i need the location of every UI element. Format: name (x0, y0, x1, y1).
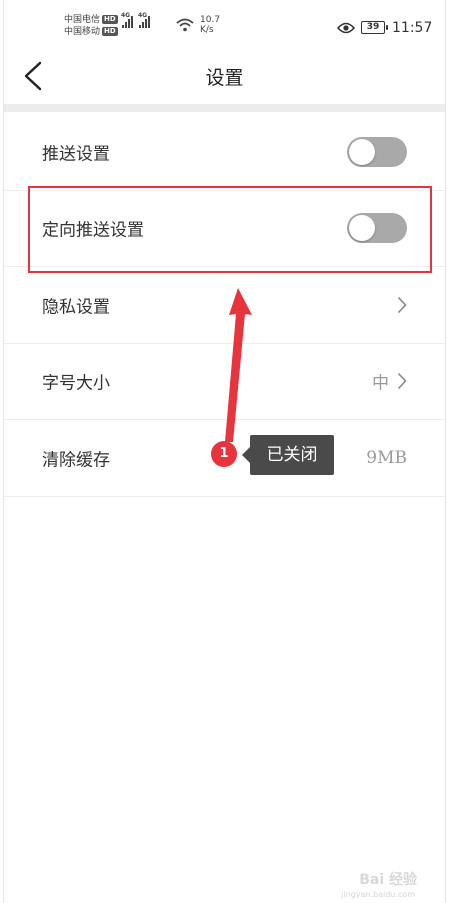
phone-screen: 中国电信 HD 中国移动 HD 4G 4G 10.7 K/s 39 11:57 … (3, 0, 446, 903)
setting-label: 隐私设置 (42, 297, 110, 318)
font-size-value: 中 (372, 373, 389, 394)
network-type-2: 4G (138, 12, 148, 19)
hd-badge-2: HD (102, 27, 118, 36)
chevron-right-icon (397, 373, 407, 390)
step-badge: 1 (211, 441, 237, 467)
setting-label: 字号大小 (42, 373, 110, 394)
setting-label: 清除缓存 (42, 450, 110, 471)
page-title: 设置 (205, 67, 244, 89)
network-speed: 10.7 K/s (200, 15, 220, 35)
battery-icon: 39 (361, 21, 388, 34)
setting-row-font-size[interactable]: 字号大小 中 (4, 344, 445, 420)
speed-unit: K/s (200, 25, 214, 35)
setting-row-privacy[interactable]: 隐私设置 (4, 267, 445, 344)
status-tooltip: 已关闭 (242, 435, 334, 475)
push-toggle[interactable] (347, 136, 407, 167)
watermark-url: jingyan.baidu.com (341, 890, 415, 899)
setting-label: 推送设置 (42, 144, 110, 165)
carrier-2: 中国移动 (64, 27, 101, 37)
highlight-box (28, 186, 432, 273)
wifi-icon (176, 18, 194, 32)
eye-icon (337, 22, 355, 34)
speed-value: 10.7 (200, 15, 221, 25)
watermark-logo: Bai 经验 (359, 872, 417, 888)
hd-badge-1: HD (102, 15, 118, 24)
cache-size-value: 9MB (366, 447, 407, 468)
network-type-1: 4G (121, 12, 131, 19)
signal-1-icon: 4G (121, 12, 133, 28)
settings-list: 推送设置 定向推送设置 隐私设置 字号大小 中 清除缓存 9MB (4, 114, 445, 497)
signal-icons: 4G 4G (121, 12, 150, 28)
carrier-info: 中国电信 HD 中国移动 HD (64, 14, 118, 38)
status-bar: 中国电信 HD 中国移动 HD 4G 4G 10.7 K/s 39 11:57 (4, 0, 445, 48)
carrier-1: 中国电信 (64, 15, 101, 25)
toggle-knob (349, 138, 375, 165)
nav-bar: 设置 (4, 48, 445, 104)
signal-2-icon: 4G (138, 12, 150, 28)
chevron-right-icon (397, 296, 407, 313)
setting-row-push: 推送设置 (4, 114, 445, 191)
clock: 11:57 (392, 20, 433, 36)
section-divider (4, 104, 445, 112)
